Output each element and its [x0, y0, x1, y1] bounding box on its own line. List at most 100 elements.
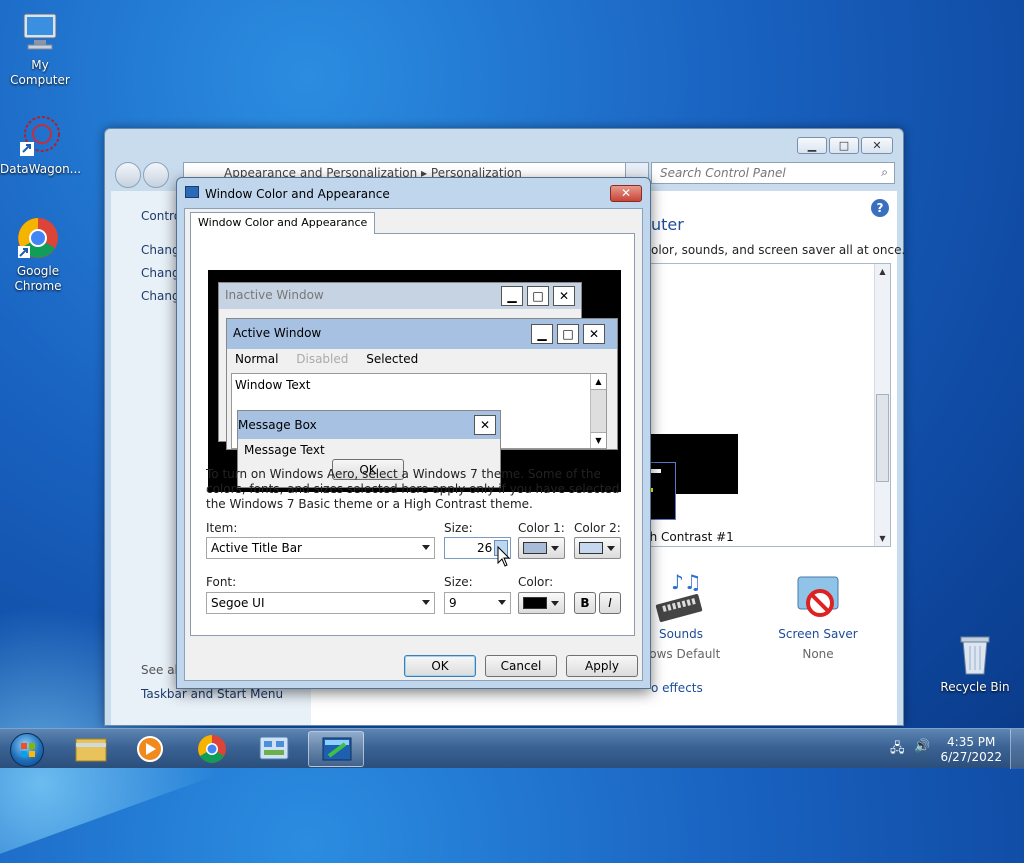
desktop-icon-label: Google Chrome: [14, 264, 62, 293]
taskbar-link[interactable]: Taskbar and Start Menu: [141, 687, 283, 701]
desktop-icon-my-computer[interactable]: My Computer: [0, 10, 80, 88]
font-color-picker[interactable]: [518, 592, 565, 614]
desktop-icon-chrome[interactable]: Google Chrome: [0, 216, 78, 294]
network-icon[interactable]: 🖧: [890, 739, 905, 761]
sounds-label: Sounds: [658, 627, 704, 641]
tab-window-color[interactable]: Window Color and Appearance: [190, 212, 376, 234]
active-close-icon: ✕: [583, 324, 605, 344]
clock-time: 4:35 PM: [947, 735, 996, 749]
desktop-icon-label: DataWagon...: [0, 162, 82, 176]
show-desktop-button[interactable]: [1010, 729, 1024, 769]
font-value: Segoe UI: [211, 596, 265, 610]
help-icon[interactable]: ?: [871, 199, 889, 217]
aero-info-text: To turn on Windows Aero, select a Window…: [206, 467, 620, 511]
color1-picker[interactable]: [518, 537, 565, 559]
search-input[interactable]: Search Control Panel ⌕: [651, 162, 895, 184]
preview-scrollbar: ▲ ▼: [590, 374, 606, 448]
inactive-title: Inactive Window: [225, 288, 324, 302]
taskbar-control-panel-button[interactable]: [246, 731, 302, 767]
italic-button[interactable]: I: [599, 592, 621, 614]
chrome-icon: [198, 735, 226, 763]
size-value: 26: [477, 541, 493, 555]
scroll-down-icon[interactable]: ▼: [875, 534, 890, 543]
active-minimize-icon: ▁: [531, 324, 553, 344]
font-select[interactable]: Segoe UI: [206, 592, 435, 614]
search-icon[interactable]: ⌕: [881, 165, 888, 180]
close-button[interactable]: ✕: [861, 137, 893, 154]
window-text: Window Text: [235, 378, 311, 392]
window-color-icon: [322, 737, 352, 761]
desktop-icon-datawagon[interactable]: DataWagon...: [0, 114, 82, 177]
theme-name-label: gh Contrast #1: [642, 530, 734, 544]
recycle-bin-icon: [953, 632, 997, 676]
appearance-preview[interactable]: Inactive Window ▁ □ ✕ Active Window ▁ □ …: [208, 270, 621, 492]
font-size-select[interactable]: 9: [444, 592, 511, 614]
media-player-icon: [137, 736, 163, 762]
scroll-up-icon[interactable]: ▲: [875, 267, 890, 276]
size-label: Size:: [444, 521, 473, 535]
item-select[interactable]: Active Title Bar: [206, 537, 435, 559]
theme-scrollbar[interactable]: ▲ ▼: [874, 264, 890, 546]
effects-link[interactable]: o effects: [651, 681, 703, 695]
clock-date: 6/27/2022: [940, 750, 1002, 764]
back-button[interactable]: [115, 162, 141, 188]
desktop-icon-recycle-bin[interactable]: Recycle Bin: [935, 632, 1015, 695]
folder-icon: [75, 738, 107, 762]
volume-icon[interactable]: 🔊: [914, 739, 930, 754]
chevron-down-icon: [422, 600, 430, 605]
window-controls: ▁ □ ✕: [797, 137, 893, 154]
dialog-body: Window Color and Appearance Inactive Win…: [184, 208, 643, 681]
desktop-icon-label: Recycle Bin: [940, 680, 1010, 694]
start-button[interactable]: [4, 731, 48, 767]
msgbox-close-icon: ✕: [474, 415, 496, 435]
font-label: Font:: [206, 575, 237, 589]
left-link-1[interactable]: Chang: [141, 243, 180, 257]
control-panel-icon: [259, 736, 289, 760]
page-description: olor, sounds, and screen saver all at on…: [651, 243, 906, 257]
scroll-thumb[interactable]: [876, 394, 889, 482]
windows-logo-icon: [10, 733, 44, 767]
mouse-cursor-icon: [497, 546, 511, 567]
chevron-down-icon: [551, 601, 559, 606]
dialog-titlebar[interactable]: Window Color and Appearance ✕: [177, 178, 650, 208]
font-color-label: Color:: [518, 575, 554, 589]
tab-panel: Inactive Window ▁ □ ✕ Active Window ▁ □ …: [190, 233, 635, 636]
left-link-3[interactable]: Chang: [141, 289, 180, 303]
bold-button[interactable]: B: [574, 592, 596, 614]
taskbar-explorer-button[interactable]: [62, 731, 118, 767]
color2-picker[interactable]: [574, 537, 621, 559]
color2-label: Color 2:: [574, 521, 621, 535]
theme-list[interactable]: gh Contrast #1 ▲ ▼: [641, 263, 891, 547]
search-placeholder: Search Control Panel: [660, 166, 786, 180]
screen-saver-item[interactable]: Screen Saver None: [773, 571, 863, 661]
message-text: Message Text: [244, 443, 325, 457]
taskbar-window-color-button[interactable]: [308, 731, 364, 767]
taskbar-chrome-button[interactable]: [184, 731, 240, 767]
clock[interactable]: 4:35 PM 6/27/2022: [940, 735, 1002, 765]
font-size-label: Size:: [444, 575, 473, 589]
high-contrast-theme-preview[interactable]: [642, 434, 738, 520]
minimize-button[interactable]: ▁: [797, 137, 827, 154]
item-label: Item:: [206, 521, 238, 535]
menu-normal: Normal: [235, 352, 279, 366]
sounds-item[interactable]: ♪♫ Sounds dows Default: [641, 570, 721, 661]
dialog-close-button[interactable]: ✕: [610, 185, 642, 202]
apply-button[interactable]: Apply: [566, 655, 638, 677]
datawagon-icon: [18, 114, 62, 158]
maximize-button[interactable]: □: [829, 137, 859, 154]
window-color-dialog[interactable]: Window Color and Appearance ✕ Window Col…: [176, 177, 651, 689]
color1-label: Color 1:: [518, 521, 565, 535]
inactive-minimize-icon: ▁: [501, 286, 523, 306]
computer-icon: [18, 10, 62, 54]
left-link-2[interactable]: Chang: [141, 266, 180, 280]
sounds-sublabel: dows Default: [641, 647, 721, 661]
cancel-button[interactable]: Cancel: [485, 655, 557, 677]
screen-saver-label: Screen Saver: [778, 627, 858, 641]
forward-button[interactable]: [143, 162, 169, 188]
taskbar-media-player-button[interactable]: [122, 731, 178, 767]
ok-button[interactable]: OK: [404, 655, 476, 677]
font-color-swatch: [523, 597, 547, 609]
item-value: Active Title Bar: [211, 541, 302, 555]
msgbox-titlebar: Message Box: [238, 411, 500, 439]
font-size-value: 9: [449, 596, 457, 610]
